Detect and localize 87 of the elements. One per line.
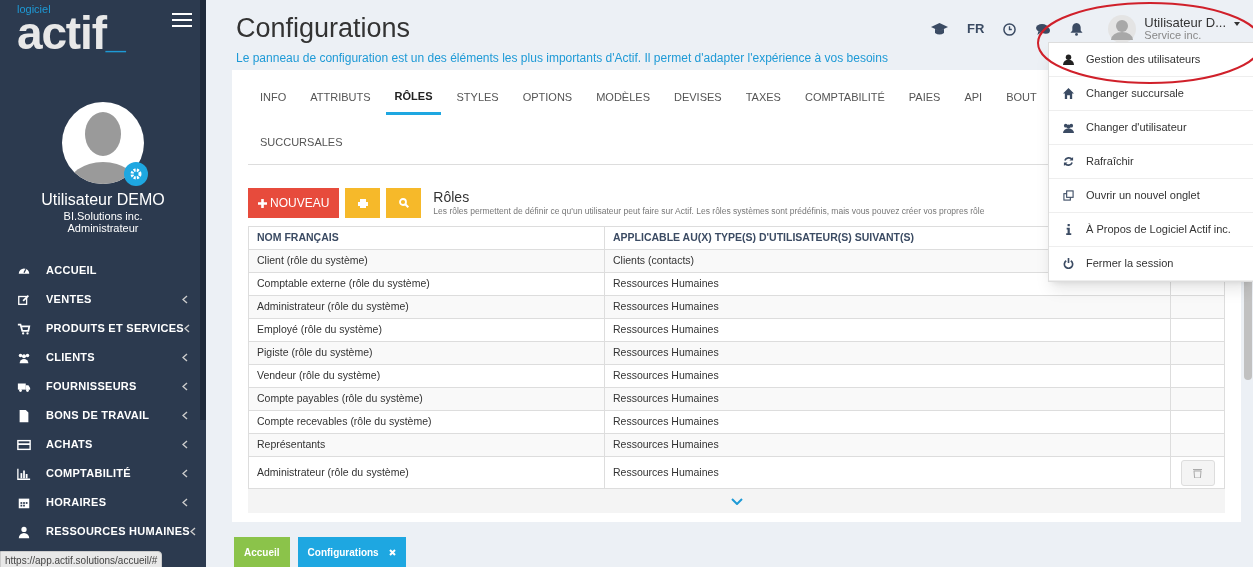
caret-icon	[1234, 22, 1240, 26]
bell-icon[interactable]	[1070, 22, 1084, 36]
refresh-icon	[1063, 156, 1074, 167]
chat-icon[interactable]	[1035, 22, 1052, 36]
menu-icon[interactable]	[172, 13, 192, 27]
users-icon	[1063, 122, 1074, 133]
logo-subtitle: logiciel	[17, 4, 52, 15]
column-header: NOM FRANÇAIS	[248, 226, 605, 250]
menu-item[interactable]: Gestion des utilisateurs	[1049, 43, 1253, 77]
table-cell: Ressources Humaines	[604, 410, 1171, 434]
logo-text: actif	[17, 15, 106, 51]
tab[interactable]: PAIES	[899, 80, 950, 115]
menu-item[interactable]: Fermer la session	[1049, 247, 1253, 281]
table-cell: Compte payables (rôle du système)	[248, 387, 605, 411]
settings-icon[interactable]	[124, 162, 148, 186]
copy-icon	[1063, 190, 1074, 201]
tab[interactable]: SUCCURSALES	[251, 125, 352, 160]
tab[interactable]: ATTRIBUTS	[301, 80, 380, 115]
clock-icon[interactable]	[1003, 22, 1017, 36]
table-cell: Ressources Humaines	[604, 318, 1171, 342]
nav-item[interactable]: ACHATS	[0, 430, 200, 459]
edit-icon	[17, 292, 31, 307]
user-role: Administrateur	[66, 222, 140, 234]
language-button[interactable]: FR	[967, 19, 985, 39]
nav-item[interactable]: BONS DE TRAVAIL	[0, 401, 200, 430]
tab[interactable]: RÔLES	[385, 80, 442, 115]
tab[interactable]: COMPTABILITÉ	[795, 80, 894, 115]
tab[interactable]: OPTIONS	[513, 80, 582, 115]
tab[interactable]: DEVISES	[665, 80, 731, 115]
cart-icon	[17, 321, 31, 336]
nav-item[interactable]: COMPTABILITÉ	[0, 459, 200, 488]
table-cell: Représentants	[248, 433, 605, 457]
nav-item[interactable]: ACCUEIL	[0, 256, 200, 285]
table-cell: Compte recevables (rôle du système)	[248, 410, 605, 434]
page-subtitle: Le panneau de configuration est un des éléments les plus importants d'Actif. Il permet d'adapter l'expérience à vos besoins	[236, 50, 889, 67]
nav-item[interactable]: PRODUITS ET SERVICES	[0, 314, 200, 343]
info-icon	[1063, 224, 1074, 235]
user-icon	[1063, 54, 1074, 65]
page-title: Configurations	[236, 12, 412, 44]
nav-item[interactable]: CLIENTS	[0, 343, 200, 372]
tab[interactable]: STYLES	[447, 80, 508, 115]
table-cell: Employé (rôle du système)	[248, 318, 605, 342]
table-cell: Administrateur (rôle du système)	[248, 456, 605, 489]
tab[interactable]: INFO	[251, 80, 296, 115]
user-icon	[17, 524, 31, 539]
nav-item[interactable]: RESSOURCES HUMAINES	[0, 517, 200, 546]
tab[interactable]: TAXES	[736, 80, 790, 115]
nav-item[interactable]: VENTES	[0, 285, 200, 314]
nav-item[interactable]: HORAIRES	[0, 488, 200, 517]
card-icon	[17, 437, 31, 452]
nav-item[interactable]: FOURNISSEURS	[0, 372, 200, 401]
tab[interactable]: API	[955, 80, 992, 115]
menu-item[interactable]: Changer d'utilisateur	[1049, 111, 1253, 145]
tab[interactable]: BOUT	[997, 80, 1046, 115]
table-cell: Administrateur (rôle du système)	[248, 295, 605, 319]
trash-icon	[1193, 467, 1202, 478]
user-company: BI.Solutions inc.	[62, 210, 144, 222]
tab[interactable]: MODÈLES	[587, 80, 659, 115]
table-cell: Pigiste (rôle du système)	[248, 341, 605, 365]
table-cell: Ressources Humaines	[604, 433, 1171, 457]
avatar-icon	[62, 102, 144, 184]
table-cell: Ressources Humaines	[604, 295, 1171, 319]
chart-icon	[17, 466, 31, 481]
search-icon	[398, 198, 409, 208]
graduation-cap-icon[interactable]	[931, 22, 948, 36]
chevron-down-icon[interactable]	[730, 497, 743, 505]
plus-icon	[258, 198, 267, 208]
user-name: Utilisateur DEMO	[40, 190, 166, 210]
table-cell: Vendeur (rôle du système)	[248, 364, 605, 388]
table-cell: Ressources Humaines	[604, 387, 1171, 411]
table-cell: Ressources Humaines	[604, 364, 1171, 388]
menu-item[interactable]: À Propos de Logiciel Actif inc.	[1049, 213, 1253, 247]
menu-item[interactable]: Ouvrir un nouvel onglet	[1049, 179, 1253, 213]
section-heading: Rôles	[433, 188, 471, 205]
table-cell: Comptable externe (rôle du système)	[248, 272, 605, 296]
new-button[interactable]: NOUVEAU	[248, 188, 340, 218]
section-description: Les rôles permettent de définir ce qu'un utilisateur peut faire sur Actif. Les rôles systèmes sont prédéfinis, mais vous pouvez créer vos propres rôle	[433, 204, 985, 218]
menu-item[interactable]: Changer succursale	[1049, 77, 1253, 111]
table-cell: Ressources Humaines	[604, 341, 1171, 365]
status-url: https://app.actif.solutions/accueil/#	[0, 551, 163, 567]
menu-item[interactable]: Rafraîchir	[1049, 145, 1253, 179]
printer-icon	[357, 198, 368, 208]
table-cell: Ressources Humaines	[604, 456, 1171, 489]
table-cell: Client (rôle du système)	[248, 249, 605, 273]
file-icon	[17, 408, 31, 423]
power-icon	[1063, 258, 1074, 269]
home-icon	[1063, 88, 1074, 99]
